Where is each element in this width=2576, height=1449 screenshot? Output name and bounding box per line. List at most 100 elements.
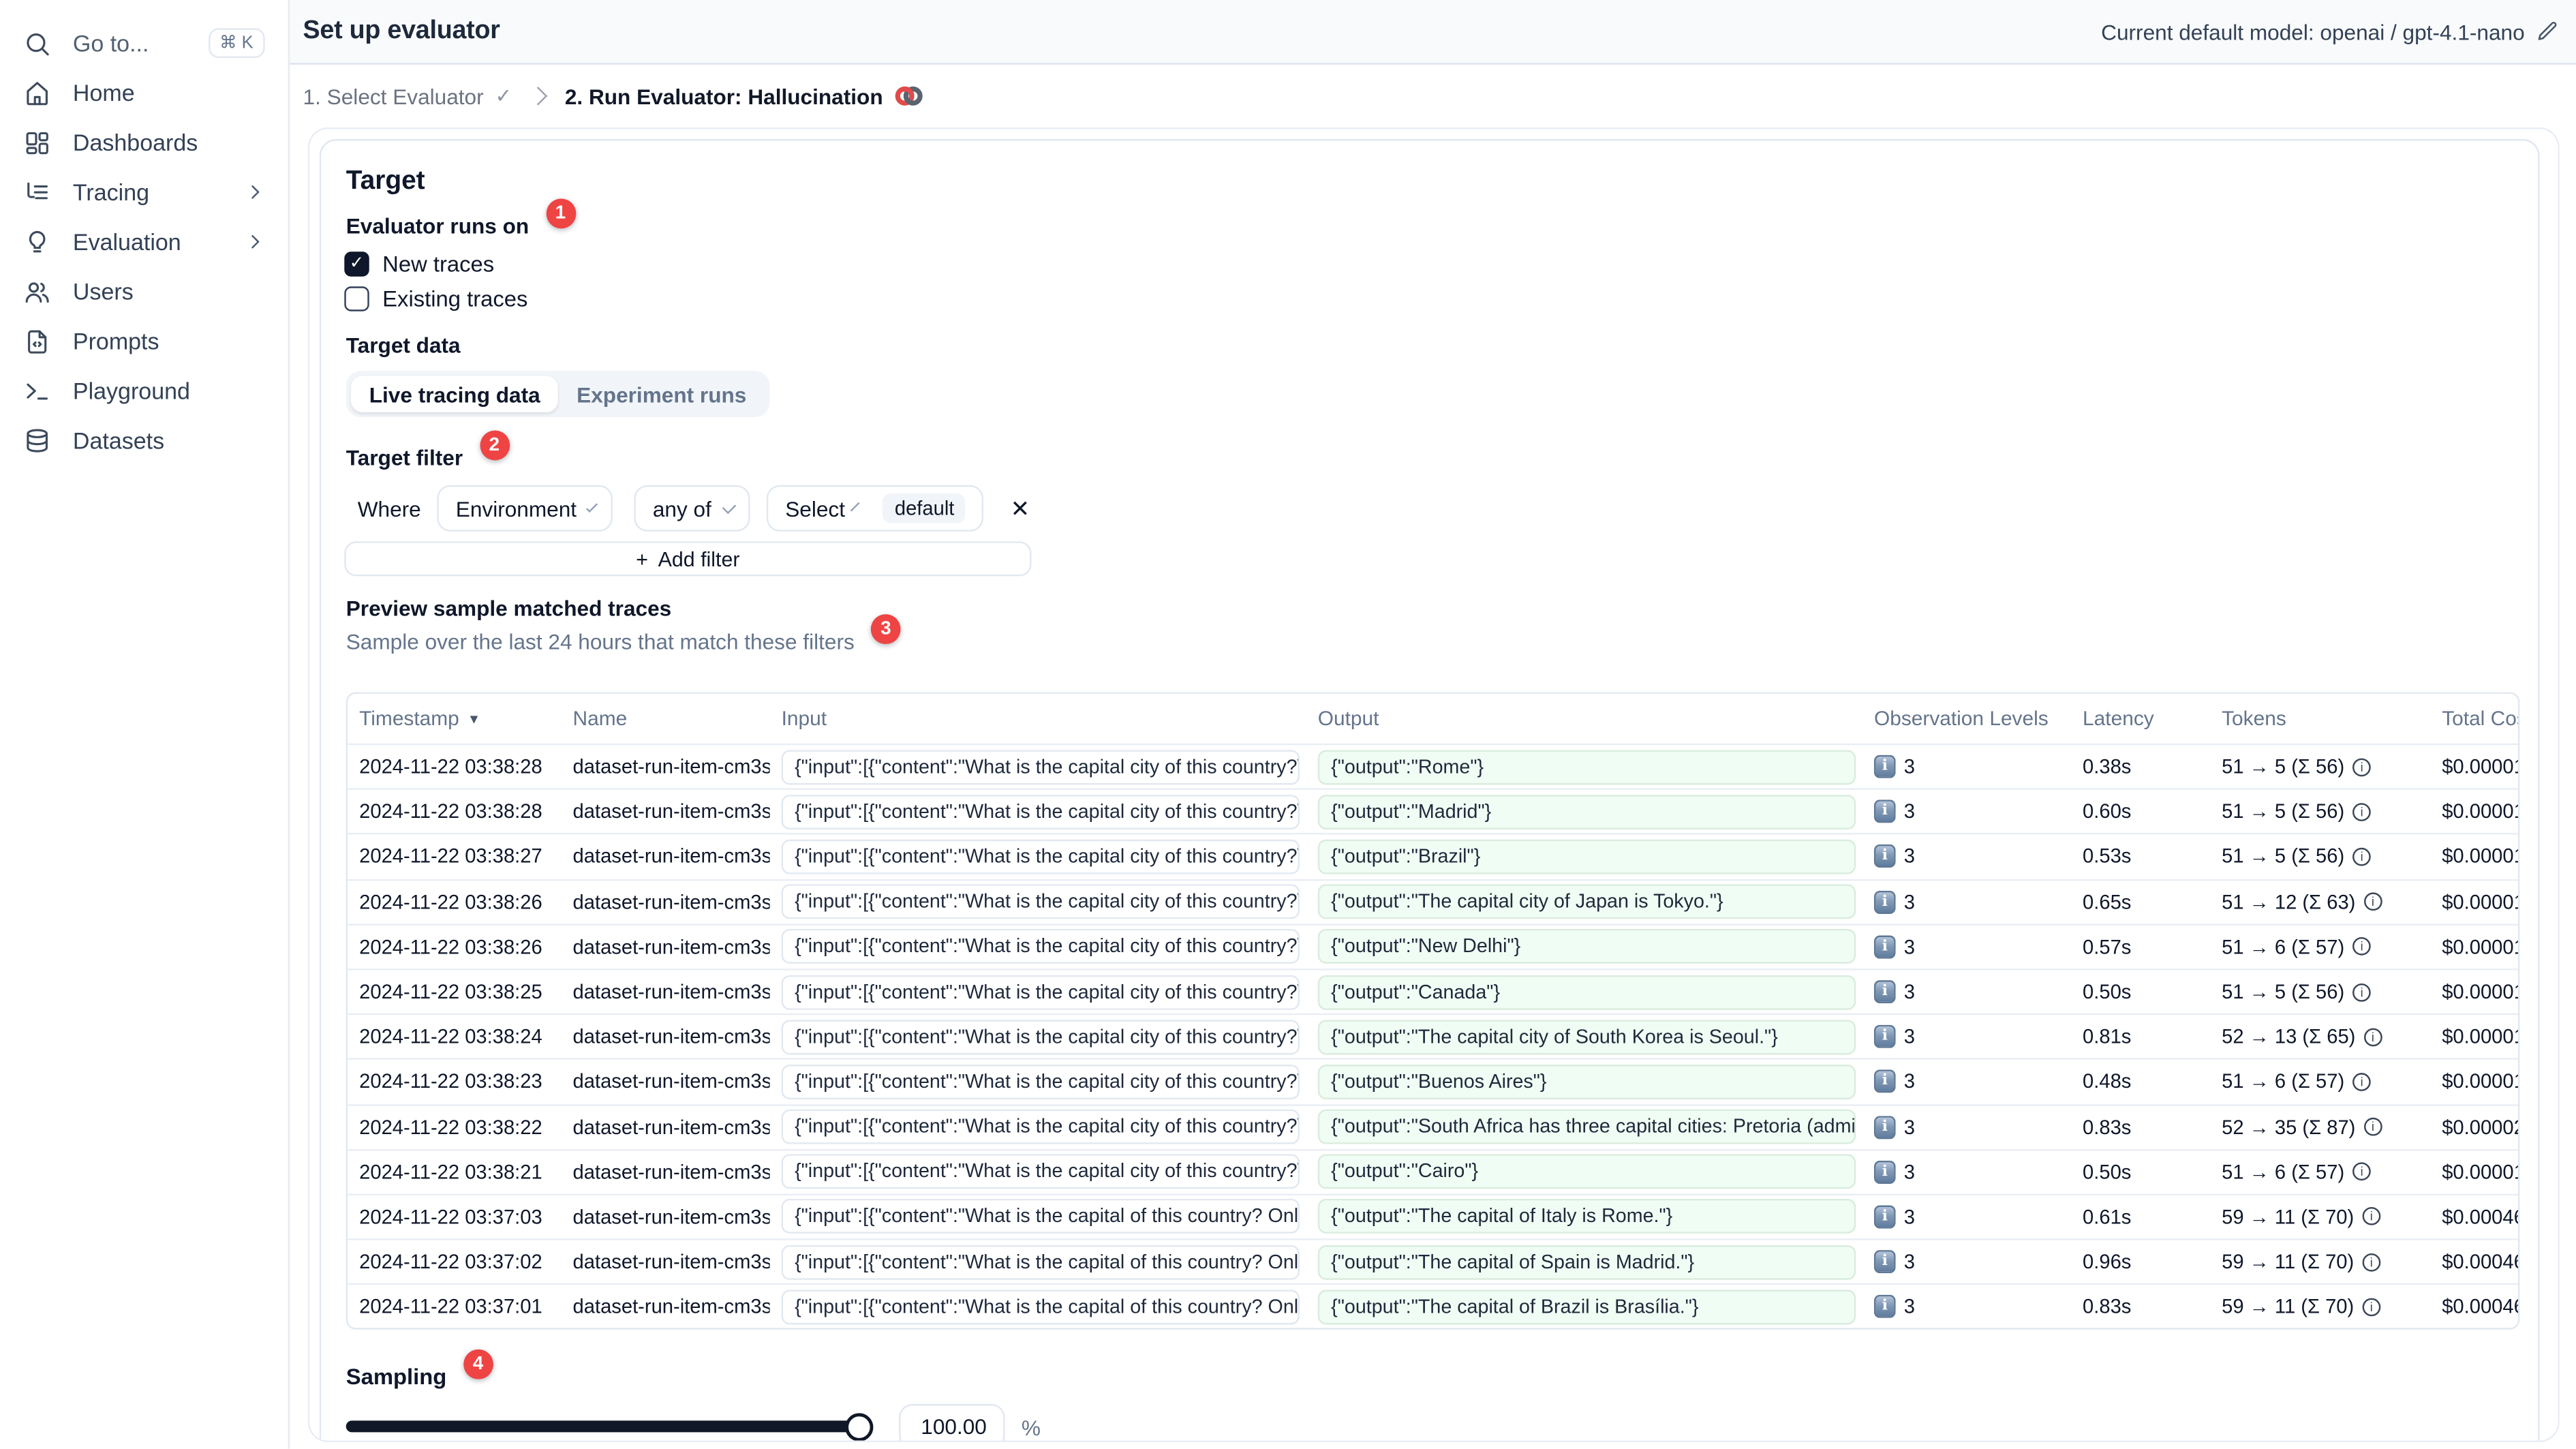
input-preview-chip[interactable]: {"input":[{"content":"What is the capita… (781, 1290, 1300, 1325)
table-row[interactable]: 2024-11-22 03:38:28 dataset-run-item-cm3s… (348, 788, 2518, 834)
sidebar-item-evaluation[interactable]: Evaluation (0, 217, 288, 266)
sampling-slider-thumb[interactable] (845, 1412, 874, 1441)
input-preview-chip[interactable]: {"input":[{"content":"What is the capita… (781, 1244, 1300, 1280)
cell-observation-levels: i3 (1862, 1295, 2071, 1319)
goto-search[interactable]: Go to... ⌘ K (0, 18, 288, 68)
step-annotation-2: 2 (479, 430, 510, 461)
observation-level-count: 3 (1903, 1250, 1915, 1274)
file-code-icon (23, 327, 51, 355)
cell-input: {"input":[{"content":"What is the capita… (770, 749, 1306, 784)
col-header-observation-levels[interactable]: Observation Levels (1862, 707, 2071, 730)
sidebar-item-home[interactable]: Home (0, 68, 288, 118)
input-preview-chip[interactable]: {"input":[{"content":"What is the capita… (781, 839, 1300, 874)
output-preview-chip[interactable]: {"output":"The capital of Italy is Rome.… (1317, 1199, 1856, 1234)
input-preview-chip[interactable]: {"input":[{"content":"What is the capita… (781, 794, 1300, 829)
sampling-percent-input[interactable]: 100.00 (899, 1404, 1005, 1441)
output-preview-chip[interactable]: {"output":"Cairo"} (1317, 1154, 1856, 1189)
col-header-label: Name (572, 707, 628, 731)
table-row[interactable]: 2024-11-22 03:38:25 dataset-run-item-cm3s… (348, 968, 2518, 1013)
table-row[interactable]: 2024-11-22 03:38:22 dataset-run-item-cm3s… (348, 1103, 2518, 1148)
cell-total-cost: $0.000015 (2442, 890, 2518, 914)
output-preview-chip[interactable]: {"output":"South Africa has three capita… (1317, 1109, 1856, 1144)
filter-where-label: Where (357, 495, 421, 521)
sidebar-item-datasets[interactable]: Datasets (0, 416, 288, 466)
col-header-output[interactable]: Output (1306, 707, 1862, 730)
info-icon: i (2363, 1118, 2382, 1136)
output-preview-chip[interactable]: {"output":"The capital of Brazil is Bras… (1317, 1290, 1856, 1325)
sampling-slider[interactable] (346, 1412, 874, 1441)
col-header-latency[interactable]: Latency (2071, 707, 2210, 730)
sidebar-item-tracing[interactable]: Tracing (0, 167, 288, 217)
col-header-input[interactable]: Input (770, 707, 1306, 730)
table-row[interactable]: 2024-11-22 03:38:21 dataset-run-item-cm3s… (348, 1148, 2518, 1193)
output-preview-chip[interactable]: {"output":"Madrid"} (1317, 794, 1856, 829)
col-header-timestamp[interactable]: Timestamp ▼ (348, 707, 561, 730)
breadcrumb-step-select-evaluator[interactable]: 1. Select Evaluator ✓ (303, 84, 512, 108)
input-preview-chip[interactable]: {"input":[{"content":"What is the capita… (781, 884, 1300, 919)
table-row[interactable]: 2024-11-22 03:38:28 dataset-run-item-cm3s… (348, 743, 2518, 789)
add-filter-button[interactable]: + Add filter (344, 541, 1032, 577)
info-icon: i (2362, 1253, 2381, 1271)
col-header-total-cost[interactable]: Total Cost (2430, 707, 2518, 730)
sidebar-item-dashboards[interactable]: Dashboards (0, 117, 288, 167)
edit-model-icon[interactable] (2536, 20, 2560, 43)
col-header-name[interactable]: Name (562, 707, 770, 730)
cell-total-cost: $0.00046 ( (2442, 1250, 2518, 1274)
cell-timestamp: 2024-11-22 03:38:23 (359, 1070, 542, 1094)
col-header-label: Output (1317, 707, 1379, 731)
table-row[interactable]: 2024-11-22 03:38:26 dataset-run-item-cm3s… (348, 923, 2518, 968)
output-preview-chip[interactable]: {"output":"Canada"} (1317, 974, 1856, 1009)
table-row[interactable]: 2024-11-22 03:37:03 dataset-run-item-cm3s… (348, 1193, 2518, 1238)
output-preview-chip[interactable]: {"output":"Rome"} (1317, 749, 1856, 784)
cell-input: {"input":[{"content":"What is the capita… (770, 1244, 1306, 1280)
filter-value-dropdown[interactable]: Select default (767, 485, 984, 532)
input-preview-chip[interactable]: {"input":[{"content":"What is the capita… (781, 974, 1300, 1009)
cell-total-cost: $0.000011 ( (2442, 1070, 2518, 1094)
table-row[interactable]: 2024-11-22 03:37:01 dataset-run-item-cm3s… (348, 1283, 2518, 1328)
cell-latency: 0.53s (2083, 845, 2132, 869)
tab-experiment-runs[interactable]: Experiment runs (558, 376, 765, 412)
sidebar-item-prompts[interactable]: Prompts (0, 316, 288, 366)
input-preview-chip[interactable]: {"input":[{"content":"What is the capita… (781, 1154, 1300, 1189)
cell-output: {"output":"Madrid"} (1306, 794, 1862, 829)
tokens-value: 51 → 6 (Σ 57) (2222, 935, 2345, 959)
table-row[interactable]: 2024-11-22 03:38:27 dataset-run-item-cm3s… (348, 833, 2518, 879)
tokens-value: 52 → 35 (Σ 87) (2222, 1115, 2356, 1139)
input-preview-chip[interactable]: {"input":[{"content":"What is the capita… (781, 1019, 1300, 1054)
filter-operator-dropdown[interactable]: any of (634, 485, 751, 532)
cell-latency: 0.81s (2083, 1025, 2132, 1049)
output-preview-chip[interactable]: {"output":"Brazil"} (1317, 839, 1856, 874)
checkbox-new-traces[interactable]: ✓ (344, 251, 369, 276)
filter-column-dropdown[interactable]: Environment (438, 485, 613, 532)
sort-desc-icon: ▼ (467, 711, 481, 727)
input-preview-chip[interactable]: {"input":[{"content":"What is the capita… (781, 1109, 1300, 1144)
input-preview-chip[interactable]: {"input":[{"content":"What is the capita… (781, 749, 1300, 784)
cell-tokens: 52 → 35 (Σ 87) i (2210, 1115, 2430, 1138)
input-preview-chip[interactable]: {"input":[{"content":"What is the capita… (781, 1199, 1300, 1234)
input-preview-chip[interactable]: {"input":[{"content":"What is the capita… (781, 1064, 1300, 1099)
cell-output: {"output":"New Delhi"} (1306, 929, 1862, 964)
sidebar-item-playground[interactable]: Playground (0, 366, 288, 416)
output-preview-chip[interactable]: {"output":"New Delhi"} (1317, 929, 1856, 964)
observation-level-icon: i (1873, 1205, 1896, 1229)
filter-value-chip: default (883, 493, 966, 523)
table-row[interactable]: 2024-11-22 03:38:24 dataset-run-item-cm3s… (348, 1013, 2518, 1058)
table-row[interactable]: 2024-11-22 03:38:23 dataset-run-item-cm3s… (348, 1058, 2518, 1103)
checkbox-existing-traces[interactable] (344, 286, 369, 311)
col-header-tokens[interactable]: Tokens (2210, 707, 2430, 730)
tokens-value: 51 → 5 (Σ 56) (2222, 980, 2345, 1004)
tab-live-tracing-data[interactable]: Live tracing data (351, 376, 559, 412)
remove-filter-button[interactable]: ✕ (1004, 491, 1037, 525)
observation-level-count: 3 (1903, 1070, 1915, 1094)
target-data-label: Target data (346, 333, 461, 358)
cell-name: dataset-run-item-cm3s4 (572, 1205, 770, 1229)
ragas-logo-icon (895, 85, 925, 108)
input-preview-chip[interactable]: {"input":[{"content":"What is the capita… (781, 929, 1300, 964)
output-preview-chip[interactable]: {"output":"The capital of Spain is Madri… (1317, 1244, 1856, 1280)
table-row[interactable]: 2024-11-22 03:37:02 dataset-run-item-cm3s… (348, 1238, 2518, 1283)
output-preview-chip[interactable]: {"output":"The capital city of South Kor… (1317, 1019, 1856, 1054)
output-preview-chip[interactable]: {"output":"The capital city of Japan is … (1317, 884, 1856, 919)
sidebar-item-users[interactable]: Users (0, 266, 288, 316)
table-row[interactable]: 2024-11-22 03:38:26 dataset-run-item-cm3s… (348, 878, 2518, 924)
output-preview-chip[interactable]: {"output":"Buenos Aires"} (1317, 1064, 1856, 1099)
